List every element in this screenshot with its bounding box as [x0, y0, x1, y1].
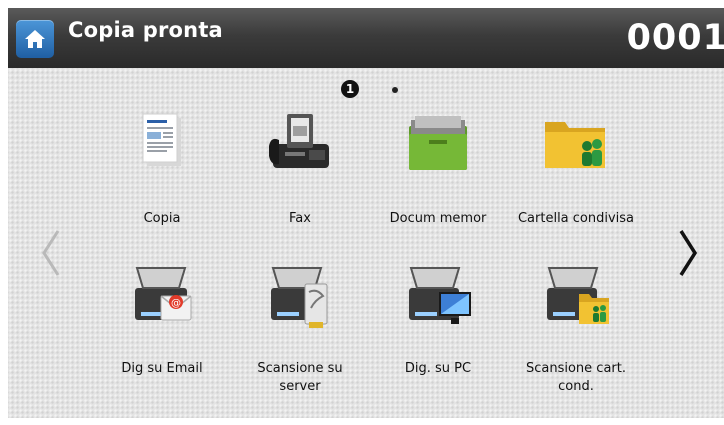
copy-counter: 0001: [626, 18, 724, 58]
page-indicator: 1: [341, 80, 421, 100]
screen-title: Copia pronta: [68, 18, 223, 42]
shared-folder-icon: [545, 122, 605, 168]
app-label: Scansione cart. cond.: [525, 361, 626, 394]
app-copy-button[interactable]: Copia: [97, 106, 227, 256]
app-scan-email-button[interactable]: @ Dig su Email: [97, 262, 227, 412]
page-dot-active[interactable]: 1: [341, 80, 359, 98]
app-scan-pc-button[interactable]: Dig. su PC: [373, 262, 503, 412]
app-label: Copia: [143, 211, 181, 226]
top-bar: Copia pronta 0001: [8, 8, 724, 68]
app-label: Dig su Email: [121, 361, 203, 376]
app-stored-document-button[interactable]: Docum memor: [373, 106, 503, 256]
app-label: Docum memor: [389, 211, 487, 226]
app-shared-folder-button[interactable]: Cartella condivisa: [511, 106, 641, 256]
screen: Copia pronta 0001 1 Copia Fax Docum memo…: [8, 8, 724, 418]
green-folder-icon: [409, 116, 467, 170]
previous-page-arrow-icon[interactable]: [36, 223, 66, 283]
home-icon: [25, 30, 45, 48]
scanner-server-icon: [271, 267, 328, 328]
scanner-email-icon: @: [135, 267, 192, 321]
home-button[interactable]: [16, 20, 54, 58]
page-dot[interactable]: [392, 87, 398, 93]
copy-document-icon: [142, 113, 181, 166]
scanner-shared-folder-icon: [547, 267, 609, 324]
app-label: Dig. su PC: [404, 361, 472, 376]
app-label: Fax: [289, 211, 311, 226]
scanner-pc-icon: [409, 267, 471, 324]
app-label: Scansione su server: [257, 361, 343, 394]
svg-text:@: @: [171, 298, 181, 309]
fax-machine-icon: [269, 114, 329, 168]
app-fax-button[interactable]: Fax: [235, 106, 365, 256]
next-page-arrow-icon[interactable]: [673, 223, 703, 283]
app-label: Cartella condivisa: [517, 211, 635, 226]
app-scan-shared-folder-button[interactable]: Scansione cart. cond.: [511, 262, 641, 412]
app-scan-server-button[interactable]: Scansione su server: [235, 262, 365, 412]
app-panel: 1 Copia Fax Docum memor Cartella condivi…: [8, 68, 724, 418]
